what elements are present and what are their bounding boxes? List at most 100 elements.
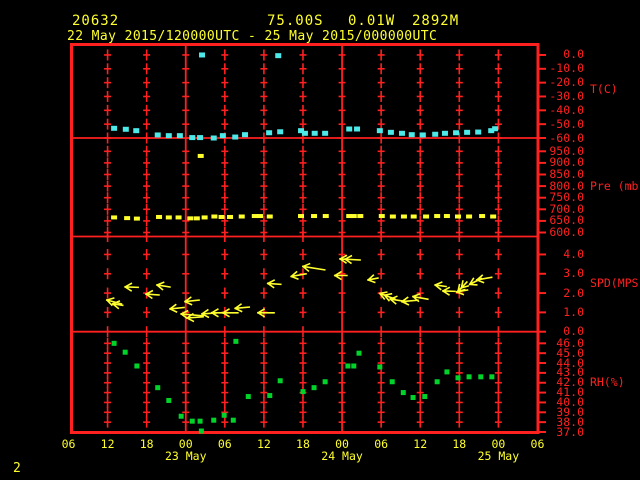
humidity-point: [111, 340, 117, 346]
wind-arrow: [301, 262, 326, 273]
pressure-point: [410, 214, 417, 219]
wind-arrow: [124, 282, 139, 292]
time-tick-label: 06: [374, 437, 389, 451]
pressure-point: [165, 215, 172, 220]
time-tick-label: 12: [100, 437, 115, 451]
humidity-point: [300, 389, 306, 395]
time-tick-label: 12: [413, 437, 428, 451]
temperature-point: [189, 135, 196, 141]
pressure-unit-label: Pre (mb): [590, 178, 640, 193]
humidity-point: [155, 385, 161, 391]
temperature-point: [122, 126, 129, 132]
pressure-point: [266, 214, 273, 219]
wind-arrow: [155, 281, 171, 291]
temperature-point: [275, 53, 282, 59]
humidity-point: [267, 393, 273, 399]
humidity-point: [345, 363, 351, 369]
humidity-point: [198, 428, 204, 434]
temperature-tick-label: -10.0: [549, 61, 584, 76]
wind-arrow: [234, 303, 251, 313]
wind-arrow: [441, 286, 456, 296]
time-tick-label: 06: [530, 437, 545, 451]
humidity-point: [351, 363, 357, 369]
wind-arrow: [434, 281, 447, 291]
pressure-point: [298, 214, 305, 219]
time-tick-label: 18: [452, 437, 467, 451]
humidity-point: [311, 385, 317, 391]
humidity-point: [221, 412, 227, 418]
humidity-point: [189, 418, 195, 424]
wind-arrow: [338, 254, 361, 265]
pressure-point: [311, 214, 318, 219]
pressure-point: [133, 216, 140, 221]
temperature-point: [408, 132, 415, 138]
page-number: 2: [13, 461, 21, 476]
wind-arrow: [290, 270, 307, 281]
pressure-point: [124, 216, 131, 221]
meteogram-screen: 20632 75.00S 0.01W 2892M 22 May 2015/120…: [0, 0, 640, 480]
temperature-point: [475, 129, 482, 135]
temperature-point: [311, 130, 318, 136]
pressure-point: [227, 214, 234, 219]
relative_humidity-unit-label: RH(%): [590, 375, 625, 390]
temperature-point: [441, 130, 448, 136]
date-label: 25 May: [477, 448, 520, 463]
pressure-point: [479, 214, 486, 219]
pressure-point: [218, 214, 225, 219]
relative_humidity-tick-label: 37.0: [556, 424, 584, 439]
temperature-tick-label: -60.0: [549, 130, 584, 145]
humidity-point: [230, 417, 236, 423]
temperature-point: [154, 132, 161, 138]
temperature-point: [199, 52, 206, 58]
pressure-point: [187, 216, 194, 221]
humidity-point: [233, 338, 239, 344]
pressure-point: [201, 215, 208, 220]
pressure-point: [490, 214, 497, 219]
pressure-point: [454, 214, 461, 219]
temperature-point: [354, 126, 361, 132]
pressure-point: [238, 214, 245, 219]
temperature-point: [322, 130, 329, 136]
pressure-tick-label: 600.0: [549, 225, 584, 239]
humidity-point: [277, 378, 283, 384]
humidity-point: [178, 413, 184, 419]
humidity-point: [166, 397, 172, 403]
temperature-point: [346, 126, 353, 132]
plot-border: [70, 43, 540, 434]
temperature-tick-label: 0.0: [563, 47, 584, 62]
temperature-point: [453, 130, 460, 136]
humidity-point: [410, 395, 416, 401]
temperature-point: [165, 133, 172, 139]
temperature-point: [419, 132, 426, 138]
temperature-point: [197, 135, 204, 141]
wind-arrow: [168, 303, 185, 313]
pressure-point: [197, 153, 204, 158]
pressure-point: [256, 214, 263, 219]
pressure-point: [466, 214, 473, 219]
wind-arrow: [144, 289, 160, 300]
pressure-point: [156, 214, 163, 219]
temperature-point: [133, 128, 140, 134]
humidity-point: [434, 379, 440, 385]
wind_speed-tick-label: 2.0: [563, 285, 584, 300]
humidity-point: [377, 364, 383, 370]
humidity-point: [466, 374, 472, 380]
temperature-point: [219, 133, 226, 139]
humidity-point: [422, 394, 428, 400]
pressure-point: [211, 214, 218, 219]
time-tick-label: 06: [217, 437, 232, 451]
humidity-point: [245, 394, 251, 400]
pressure-point: [378, 214, 385, 219]
humidity-point: [444, 369, 450, 375]
temperature-point: [232, 134, 239, 140]
pressure-point: [389, 214, 396, 219]
temperature-point: [242, 132, 249, 138]
temperature-tick-label: -20.0: [549, 75, 584, 90]
temperature-point: [492, 126, 499, 132]
pressure-point: [175, 215, 182, 220]
pressure-point: [193, 216, 200, 221]
time-tick-label: 18: [139, 437, 154, 451]
date-label: 23 May: [164, 448, 207, 463]
temperature-tick-label: -40.0: [549, 102, 584, 117]
wind-arrow: [256, 308, 275, 318]
